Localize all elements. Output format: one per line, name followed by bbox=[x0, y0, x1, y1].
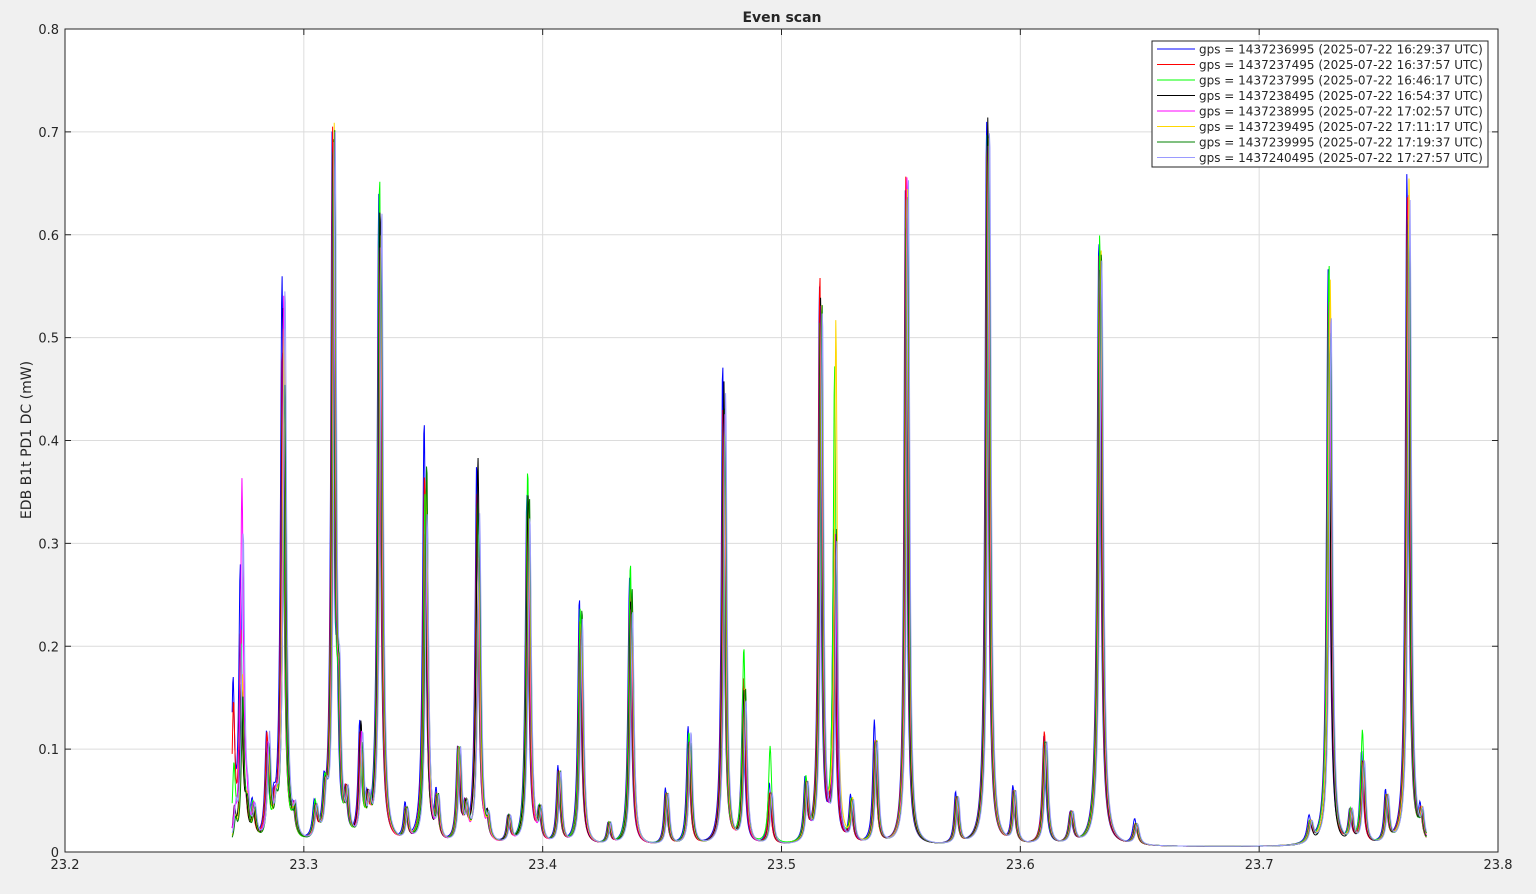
legend-label: gps = 1437238495 (2025-07-22 16:54:37 UT… bbox=[1199, 89, 1483, 103]
y-tick-label: 0.6 bbox=[38, 229, 59, 244]
legend-entries: gps = 1437236995 (2025-07-22 16:29:37 UT… bbox=[1157, 43, 1483, 165]
legend-label: gps = 1437239495 (2025-07-22 17:11:17 UT… bbox=[1199, 120, 1483, 134]
chart-title: Even scan bbox=[742, 10, 821, 26]
legend-label: gps = 1437240495 (2025-07-22 17:27:57 UT… bbox=[1199, 151, 1483, 165]
x-tick-label: 23.4 bbox=[528, 858, 557, 873]
y-tick-label: 0.4 bbox=[38, 435, 59, 450]
y-tick-label: 0.3 bbox=[38, 537, 59, 552]
even-scan-figure: 23.2 23.3 23.4 23.5 23.6 23.7 23.800.10.20.30.… bbox=[0, 0, 1536, 894]
legend-label: gps = 1437237995 (2025-07-22 16:46:17 UT… bbox=[1199, 74, 1483, 88]
y-tick-label: 0.7 bbox=[38, 126, 59, 141]
x-tick-label: 23.8 bbox=[1484, 858, 1513, 873]
y-tick-label: 0.5 bbox=[38, 332, 59, 347]
legend-label: gps = 1437238995 (2025-07-22 17:02:57 UT… bbox=[1199, 105, 1483, 119]
x-tick-label: 23.5 bbox=[767, 858, 796, 873]
x-tick-label: 23.7 bbox=[1245, 858, 1274, 873]
legend-label: gps = 1437236995 (2025-07-22 16:29:37 UT… bbox=[1199, 43, 1483, 57]
y-axis-label: EDB B1t PD1 DC (mW) bbox=[19, 361, 35, 519]
legend-label: gps = 1437239995 (2025-07-22 17:19:37 UT… bbox=[1199, 136, 1483, 150]
y-tick-label: 0.2 bbox=[38, 640, 59, 655]
legend: gps = 1437236995 (2025-07-22 16:29:37 UT… bbox=[1151, 40, 1489, 168]
legend-label: gps = 1437237495 (2025-07-22 16:37:57 UT… bbox=[1199, 58, 1483, 72]
y-tick-label: 0 bbox=[51, 846, 59, 861]
x-tick-label: 23.3 bbox=[289, 858, 318, 873]
y-tick-label: 0.1 bbox=[38, 743, 59, 758]
y-tick-label: 0.8 bbox=[38, 23, 59, 38]
x-tick-label: 23.6 bbox=[1006, 858, 1035, 873]
